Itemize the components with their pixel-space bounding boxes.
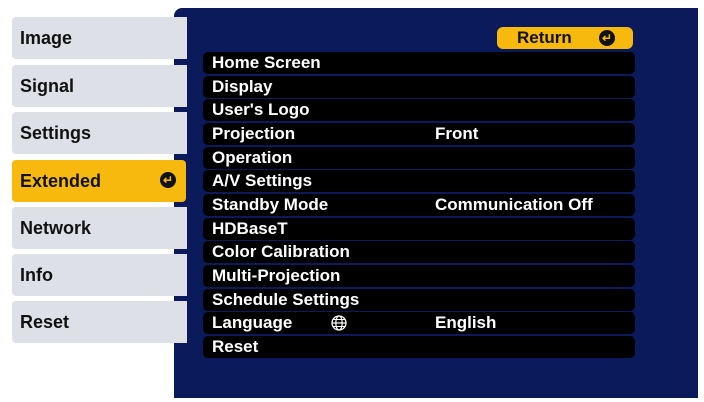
tab-signal[interactable]: Signal (12, 65, 187, 107)
menu-item-hdbaset[interactable]: HDBaseT (203, 218, 635, 240)
menu-item-reset[interactable]: Reset (203, 336, 635, 358)
tab-info[interactable]: Info (12, 254, 187, 296)
menu-item-language[interactable]: Language English (203, 312, 635, 334)
tab-network[interactable]: Network (12, 207, 187, 249)
menu-item-value: Front (435, 124, 479, 143)
menu-item-label: Operation (212, 148, 293, 167)
menu-item-label: A/V Settings (212, 171, 313, 190)
tab-label: Settings (20, 122, 92, 143)
menu-item-operation[interactable]: Operation (203, 147, 635, 169)
menu-item-color-calibration[interactable]: Color Calibration (203, 241, 635, 263)
tab-label: Image (20, 27, 73, 48)
tab-label: Info (20, 264, 53, 285)
menu-item-label: Home Screen (212, 53, 321, 72)
tab-label: Extended (20, 170, 102, 191)
menu-item-value: English (435, 313, 497, 332)
menu-item-label: Color Calibration (212, 242, 350, 261)
menu-item-standby-mode[interactable]: Standby Mode Communication Off (203, 194, 635, 216)
tab-label: Reset (20, 311, 70, 332)
tab-label: Signal (20, 75, 75, 96)
menu-item-label: Multi-Projection (212, 266, 341, 285)
tab-image[interactable]: Image (12, 17, 187, 59)
menu-item-schedule-settings[interactable]: Schedule Settings (203, 289, 635, 311)
menu-item-label: Reset (212, 337, 259, 356)
menu-item-label: User's Logo (212, 100, 310, 119)
menu-item-projection[interactable]: Projection Front (203, 123, 635, 145)
tab-label: Network (20, 217, 92, 238)
return-button[interactable]: Return ↵ (497, 27, 633, 49)
globe-icon (331, 315, 347, 331)
menu-item-label: Language (212, 313, 293, 332)
menu-item-display[interactable]: Display (203, 76, 635, 98)
enter-icon: ↵ (160, 172, 176, 188)
menu-item-users-logo[interactable]: User's Logo (203, 99, 635, 121)
menu-item-label: HDBaseT (212, 219, 288, 238)
tab-settings[interactable]: Settings (12, 112, 187, 154)
tab-reset[interactable]: Reset (12, 301, 187, 343)
tab-extended[interactable]: Extended ↵ (12, 160, 186, 202)
return-icon: ↵ (599, 30, 615, 46)
menu-item-av-settings[interactable]: A/V Settings (203, 170, 635, 192)
menu-item-label: Standby Mode (212, 195, 329, 214)
menu-item-label: Display (212, 77, 273, 96)
menu-item-label: Projection (212, 124, 296, 143)
menu-item-value: Communication Off (435, 195, 593, 214)
menu-item-home-screen[interactable]: Home Screen (203, 52, 635, 74)
return-label: Return (517, 28, 572, 47)
menu-item-multi-projection[interactable]: Multi-Projection (203, 265, 635, 287)
menu-item-label: Schedule Settings (212, 290, 360, 309)
